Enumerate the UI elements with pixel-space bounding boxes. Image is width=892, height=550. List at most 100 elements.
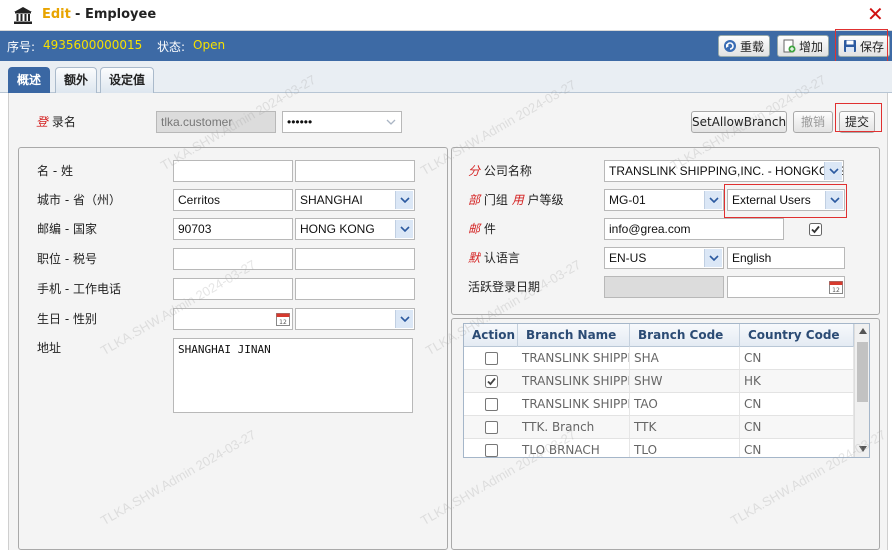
company-select[interactable]: TRANSLINK SHIPPING,INC. - HONGKONG — [604, 160, 844, 182]
chevron-down-icon — [824, 162, 842, 180]
svg-text:12: 12 — [832, 287, 840, 294]
company-label: 分 公司名称 — [468, 164, 532, 178]
last-active-date-label: 活跃登录日期 — [468, 280, 541, 294]
table-row[interactable]: TRANSLINK SHIPPING TAO CN — [464, 393, 854, 416]
tax-number-field[interactable] — [295, 248, 415, 270]
branch-name-cell: TRANSLINK SHIPPING — [518, 393, 630, 415]
reload-icon — [724, 40, 736, 52]
add-button[interactable]: 增加 — [777, 35, 830, 57]
birthday-field[interactable] — [173, 308, 293, 330]
chevron-down-icon — [382, 113, 400, 131]
email-label: 邮 件 — [468, 222, 496, 236]
mobile-workphone-label: 手机 - 工作电话 — [37, 282, 121, 296]
row-checkbox[interactable] — [485, 398, 498, 411]
address-textarea[interactable]: SHANGHAI JINAN — [173, 338, 413, 413]
table-row[interactable]: TRANSLINK SHIPPING SHA CN — [464, 347, 854, 370]
email-field[interactable]: info@grea.com — [604, 218, 784, 240]
default-language-label: 默 认语言 — [468, 251, 520, 265]
position-field[interactable] — [173, 248, 293, 270]
serial-label: 序号: — [7, 40, 36, 54]
country-select[interactable]: HONG KONG — [295, 218, 415, 240]
cancel-button[interactable]: 撤销 — [793, 111, 833, 133]
submit-highlight-box — [835, 103, 882, 132]
dept-user-level-label: 部 门组 用 户等级 — [468, 193, 564, 207]
mobile-field[interactable] — [173, 278, 293, 300]
country-code-cell: CN — [740, 439, 854, 457]
email-checkbox[interactable] — [809, 223, 822, 236]
first-name-field[interactable] — [173, 160, 293, 182]
branch-name-cell: TRANSLINK SHIPPING — [518, 347, 630, 369]
title-action: Edit — [42, 7, 71, 22]
branch-name-cell: TLO BRNACH — [518, 439, 630, 457]
address-label: 地址 — [37, 341, 62, 355]
scroll-down-icon[interactable] — [859, 446, 867, 452]
tab-extra[interactable]: 额外 — [55, 67, 98, 93]
window-titlebar: Edit - Employee ✕ — [0, 0, 892, 31]
table-row[interactable]: TLO BRNACH TLO CN — [464, 439, 854, 457]
name-label: 名 - 姓 — [37, 164, 73, 178]
row-checkbox[interactable] — [485, 352, 498, 365]
scroll-up-icon[interactable] — [859, 328, 867, 334]
login-name-label: 登 录名 — [36, 115, 76, 129]
title-entity: - Employee — [75, 7, 157, 22]
branch-name-cell: TRANSLINK SHIPPING — [518, 370, 630, 392]
position-tax-label: 职位 - 税号 — [37, 252, 97, 266]
birthday-gender-label: 生日 - 性别 — [37, 312, 97, 326]
record-infobar: 序号: 4935600000015 状态: Open 重载 增加 保存 — [0, 31, 892, 61]
tab-settings[interactable]: 设定值 — [100, 67, 155, 93]
province-select[interactable]: SHANGHAI — [295, 189, 415, 211]
chevron-down-icon — [704, 191, 722, 209]
grid-header: Action Branch Name Branch Code Country C… — [464, 324, 854, 347]
group-select[interactable]: MG-01 — [604, 189, 724, 211]
branch-code-cell: TTK — [630, 416, 740, 438]
last-name-field[interactable] — [295, 160, 415, 182]
password-field[interactable]: •••••• — [282, 111, 402, 133]
branch-code-cell: TAO — [630, 393, 740, 415]
scrollbar-thumb[interactable] — [857, 342, 868, 402]
calendar-icon[interactable]: 12 — [829, 280, 843, 294]
last-active-date-field — [604, 276, 724, 298]
calendar-icon[interactable]: 12 — [276, 312, 290, 326]
status-label: 状态: — [157, 40, 186, 54]
username-field[interactable]: tlka.customer — [156, 111, 276, 133]
column-header-branch-code[interactable]: Branch Code — [630, 324, 740, 347]
serial-value: 4935600000015 — [43, 38, 143, 52]
table-row[interactable]: TTK. Branch TTK CN — [464, 416, 854, 439]
postal-country-label: 邮编 - 国家 — [37, 222, 97, 236]
close-icon[interactable]: ✕ — [867, 4, 884, 24]
country-code-cell: HK — [740, 370, 854, 392]
branch-code-cell: SHA — [630, 347, 740, 369]
tab-strip: 概述 额外 设定值 — [0, 61, 892, 93]
table-row[interactable]: TRANSLINK SHIPPING SHW HK — [464, 370, 854, 393]
city-province-label: 城市 - 省（州） — [37, 193, 121, 207]
column-header-country-code[interactable]: Country Code — [740, 324, 854, 347]
branch-name-cell: TTK. Branch — [518, 416, 630, 438]
branch-grid: Action Branch Name Branch Code Country C… — [463, 323, 870, 458]
chevron-down-icon — [395, 310, 413, 328]
country-code-cell: CN — [740, 416, 854, 438]
language-name-field[interactable]: English — [727, 247, 845, 269]
column-header-action[interactable]: Action — [464, 324, 518, 347]
svg-text:12: 12 — [279, 319, 287, 326]
set-allow-branch-button[interactable]: SetAllowBranch — [691, 111, 787, 133]
row-checkbox-checked[interactable] — [485, 375, 498, 388]
language-code-select[interactable]: EN-US — [604, 247, 724, 269]
column-header-branch-name[interactable]: Branch Name — [518, 324, 630, 347]
country-code-cell: CN — [740, 393, 854, 415]
reload-button[interactable]: 重载 — [718, 35, 771, 57]
row-checkbox[interactable] — [485, 444, 498, 457]
grid-vertical-scrollbar[interactable] — [854, 324, 869, 457]
gender-select[interactable] — [295, 308, 415, 330]
user-level-highlight-box — [724, 184, 847, 218]
postal-code-field[interactable]: 90703 — [173, 218, 293, 240]
branch-code-cell: SHW — [630, 370, 740, 392]
active-date-picker-field[interactable] — [727, 276, 845, 298]
work-phone-field[interactable] — [295, 278, 415, 300]
add-document-icon — [783, 39, 796, 53]
status-value: Open — [193, 38, 226, 52]
bank-icon — [14, 7, 32, 24]
chevron-down-icon — [395, 191, 413, 209]
tab-overview[interactable]: 概述 — [8, 67, 51, 93]
row-checkbox[interactable] — [485, 421, 498, 434]
city-field[interactable]: Cerritos — [173, 189, 293, 211]
